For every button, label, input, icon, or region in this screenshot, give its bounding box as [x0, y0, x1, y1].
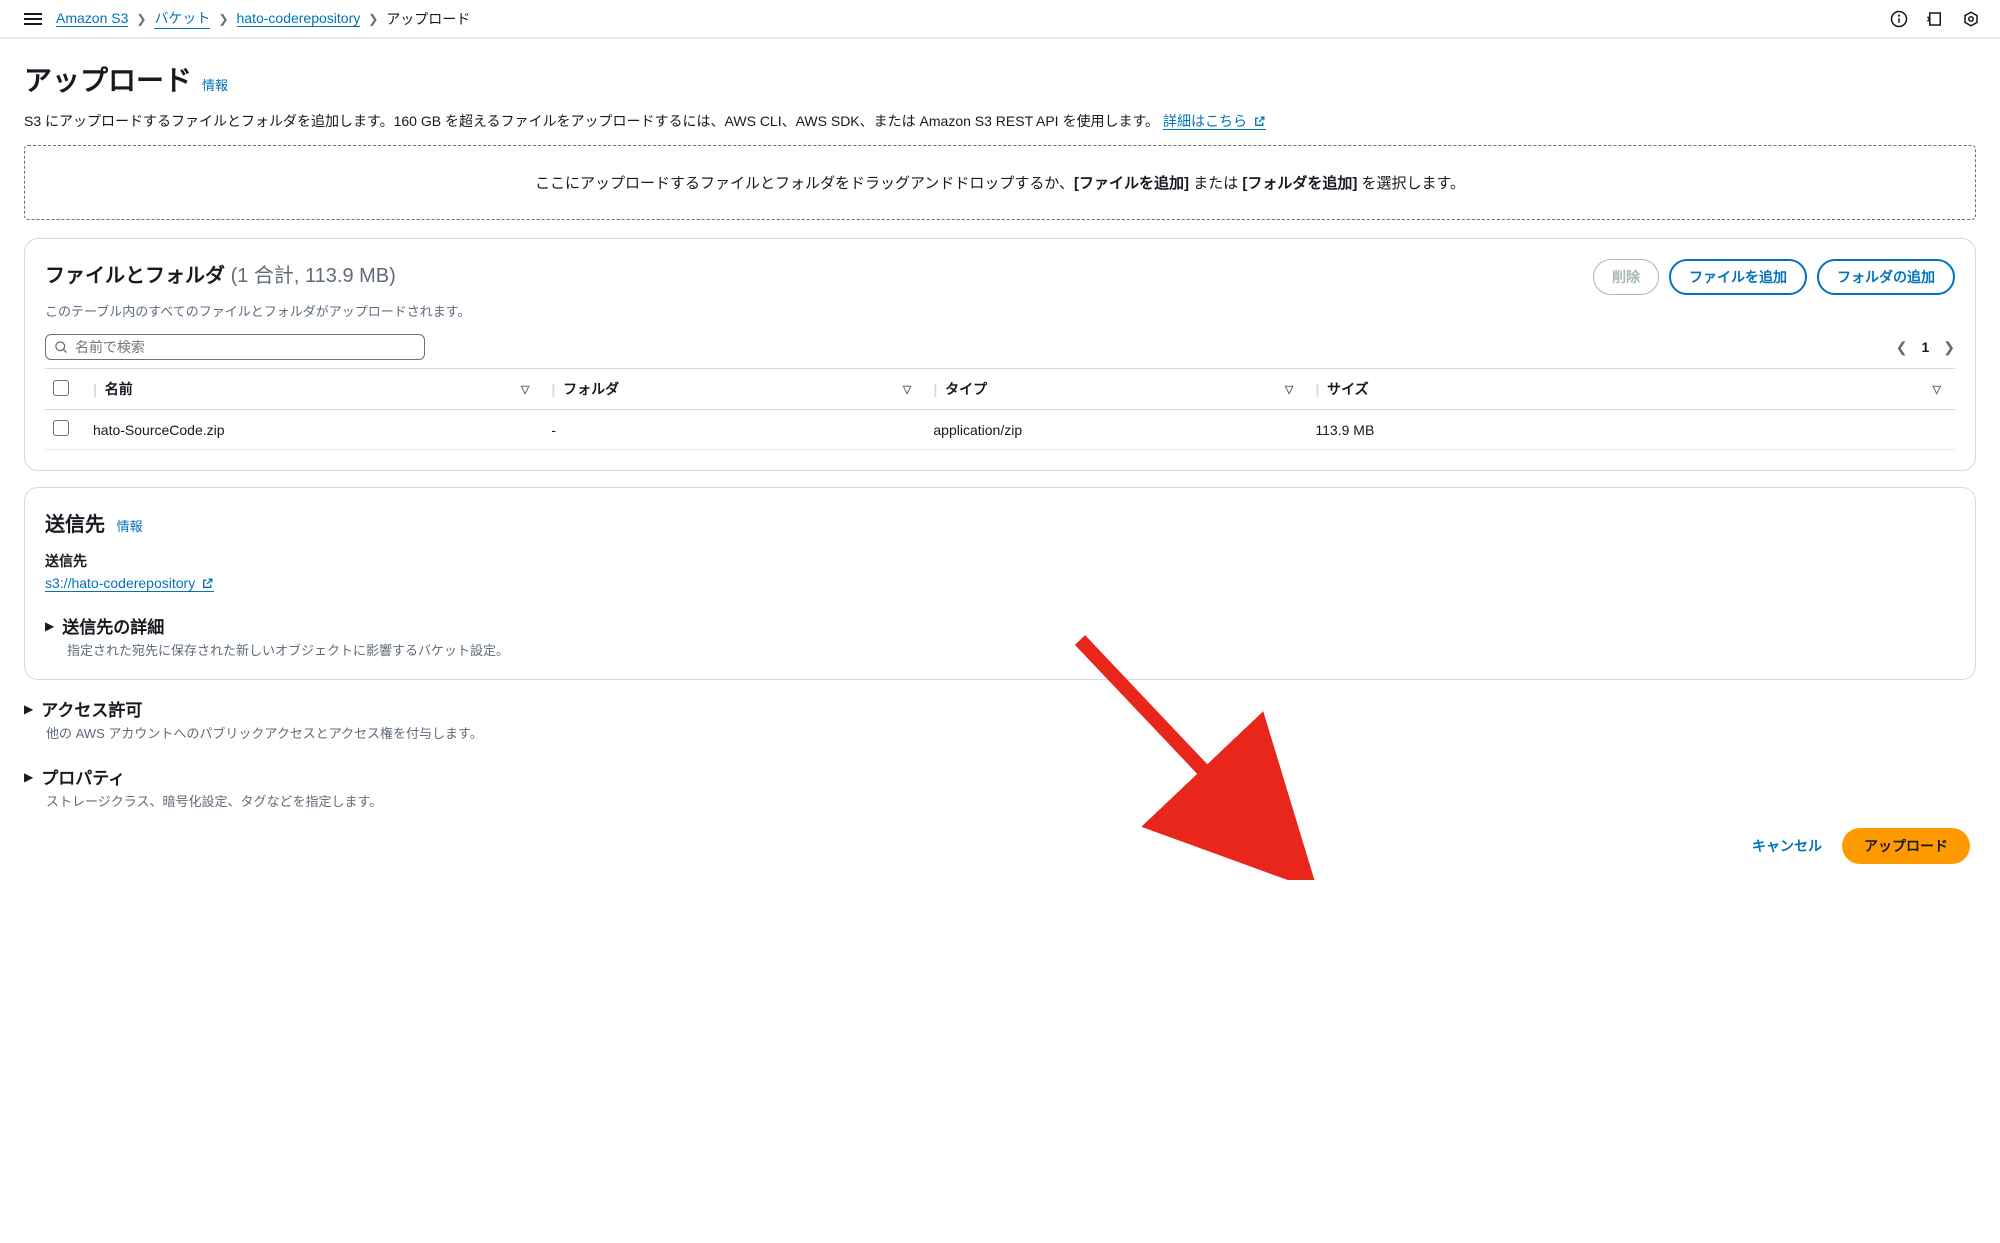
- external-link-icon: [1253, 115, 1266, 128]
- pagination: ❮ 1 ❯: [1896, 339, 1955, 356]
- page-description: S3 にアップロードするファイルとフォルダを追加します。160 GB を超えるフ…: [24, 111, 1976, 131]
- chevron-right-icon: ❯: [218, 12, 228, 26]
- cell-size: 113.9 MB: [1307, 410, 1955, 450]
- permissions-sub: 他の AWS アカウントへのパブリックアクセスとアクセス権を付与します。: [46, 723, 1976, 742]
- panel-icon[interactable]: [1926, 10, 1944, 28]
- files-panel-count: (1 合計, 113.9 MB): [231, 265, 396, 287]
- page-title: アップロード: [24, 59, 192, 99]
- permissions-expander[interactable]: ▶ アクセス許可: [24, 696, 1976, 721]
- breadcrumb-bucket-name[interactable]: hato-coderepository: [237, 10, 361, 27]
- breadcrumb: Amazon S3 ❯ バケット ❯ hato-coderepository ❯…: [56, 8, 1880, 29]
- chevron-right-icon: ❯: [136, 12, 146, 26]
- caret-right-icon: ▶: [24, 702, 33, 716]
- col-folder[interactable]: フォルダ: [563, 379, 897, 399]
- breadcrumb-service[interactable]: Amazon S3: [56, 10, 128, 27]
- destination-label: 送信先: [45, 551, 1955, 571]
- chevron-right-icon: ❯: [368, 12, 378, 26]
- table-row: hato-SourceCode.zip - application/zip 11…: [45, 410, 1955, 450]
- settings-icon[interactable]: [1962, 10, 1980, 28]
- properties-expander[interactable]: ▶ プロパティ: [24, 764, 1976, 789]
- search-input[interactable]: [75, 339, 416, 355]
- files-panel-subtitle: このテーブル内のすべてのファイルとフォルダがアップロードされます。: [45, 301, 1955, 320]
- search-icon: [54, 340, 69, 355]
- col-size[interactable]: サイズ: [1327, 379, 1926, 399]
- filter-icon[interactable]: ▽: [897, 383, 917, 396]
- caret-right-icon: ▶: [45, 619, 54, 633]
- cancel-button[interactable]: キャンセル: [1742, 828, 1832, 864]
- destination-panel-title: 送信先: [45, 514, 105, 536]
- destination-details-sub: 指定された宛先に保存された新しいオブジェクトに影響するバケット設定。: [67, 640, 1955, 659]
- learn-more-link[interactable]: 詳細はこちら: [1163, 113, 1266, 130]
- info-link[interactable]: 情報: [117, 519, 143, 534]
- info-link[interactable]: 情報: [202, 75, 228, 94]
- row-checkbox[interactable]: [53, 420, 69, 436]
- page-number: 1: [1921, 339, 1929, 355]
- breadcrumb-current: アップロード: [386, 9, 470, 29]
- search-input-wrap[interactable]: [45, 334, 425, 360]
- external-link-icon: [201, 577, 214, 590]
- hamburger-menu[interactable]: [20, 9, 46, 29]
- select-all-checkbox[interactable]: [53, 380, 69, 396]
- page-prev[interactable]: ❮: [1896, 339, 1908, 356]
- cell-folder: -: [543, 410, 925, 450]
- add-folder-button[interactable]: フォルダの追加: [1817, 259, 1955, 295]
- files-table: | 名前▽ | フォルダ▽ | タイプ▽ | サイズ▽ hato-SourceC…: [45, 368, 1955, 450]
- files-panel-title: ファイルとフォルダ: [45, 265, 225, 287]
- destination-panel: 送信先 情報 送信先 s3://hato-coderepository ▶ 送信…: [24, 487, 1976, 680]
- filter-icon[interactable]: ▽: [1927, 383, 1947, 396]
- info-icon[interactable]: [1890, 10, 1908, 28]
- caret-right-icon: ▶: [24, 770, 33, 784]
- destination-uri-link[interactable]: s3://hato-coderepository: [45, 575, 214, 592]
- add-files-button[interactable]: ファイルを追加: [1669, 259, 1807, 295]
- destination-details-expander[interactable]: ▶ 送信先の詳細: [45, 613, 1955, 638]
- files-panel: ファイルとフォルダ (1 合計, 113.9 MB) 削除 ファイルを追加 フォ…: [24, 238, 1976, 471]
- upload-button[interactable]: アップロード: [1842, 828, 1970, 864]
- upload-dropzone[interactable]: ここにアップロードするファイルとフォルダをドラッグアンドドロップするか、[ファイ…: [24, 145, 1976, 220]
- cell-type: application/zip: [925, 410, 1307, 450]
- cell-name: hato-SourceCode.zip: [85, 410, 543, 450]
- filter-icon[interactable]: ▽: [515, 383, 535, 396]
- breadcrumb-buckets[interactable]: バケット: [154, 8, 210, 29]
- delete-button[interactable]: 削除: [1593, 259, 1659, 295]
- properties-sub: ストレージクラス、暗号化設定、タグなどを指定します。: [46, 791, 1976, 810]
- page-next[interactable]: ❯: [1943, 339, 1955, 356]
- col-type[interactable]: タイプ: [945, 379, 1279, 399]
- filter-icon[interactable]: ▽: [1279, 383, 1299, 396]
- col-name[interactable]: 名前: [105, 379, 515, 399]
